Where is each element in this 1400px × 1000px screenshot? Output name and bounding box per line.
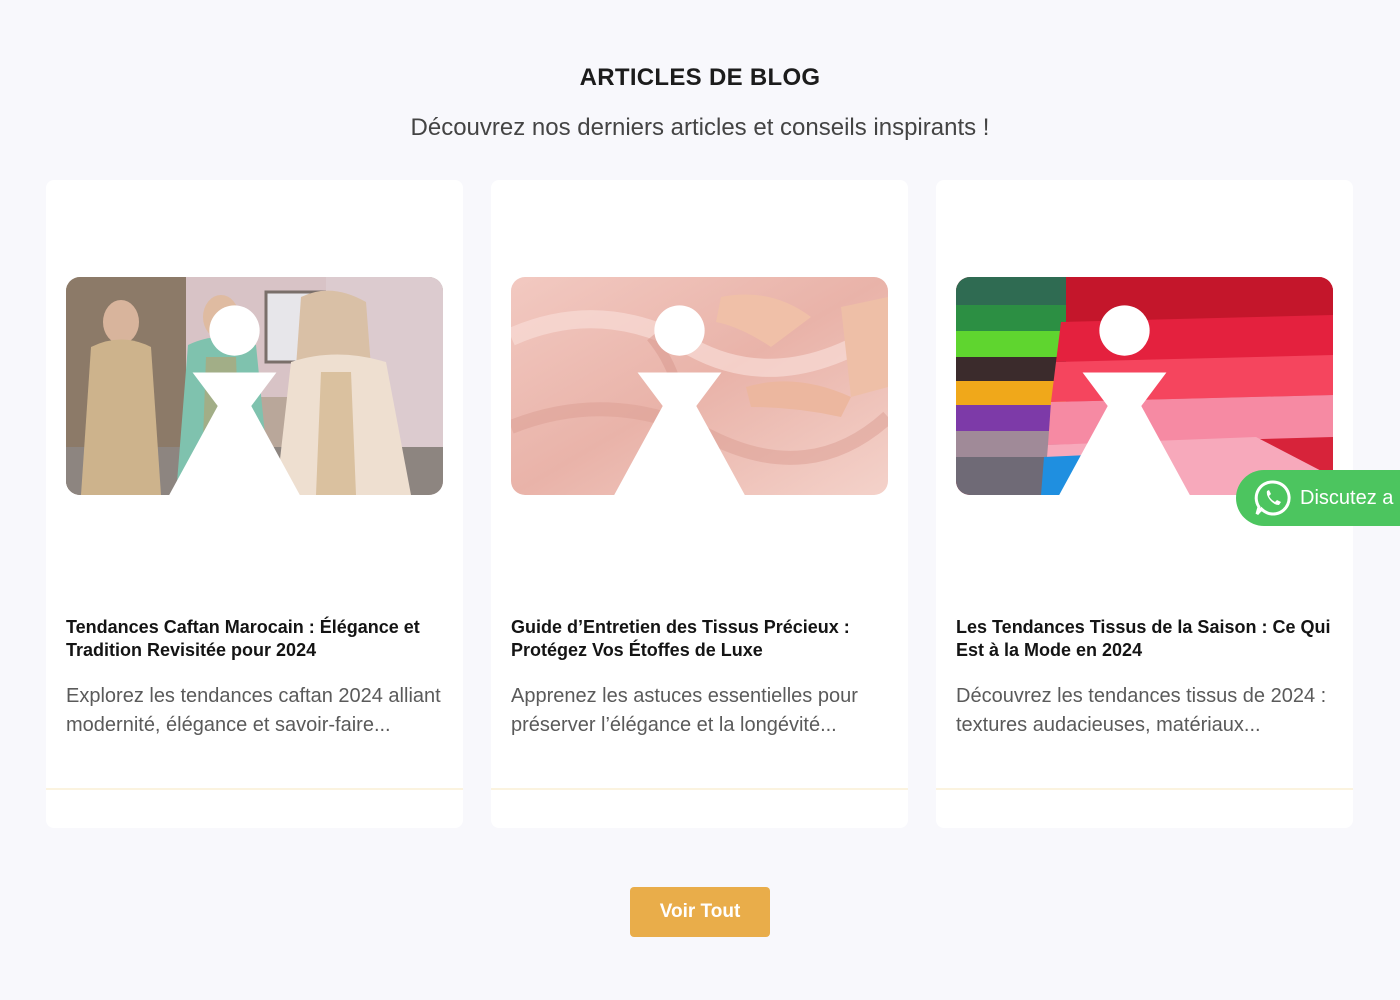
blog-card[interactable]: Tendances Caftan Marocain : Élégance et …	[46, 180, 463, 828]
brand-logo-icon	[1059, 305, 1190, 495]
card-divider	[46, 788, 463, 790]
blog-cards: Tendances Caftan Marocain : Élégance et …	[46, 180, 1354, 828]
whatsapp-label: Discutez a	[1300, 486, 1394, 509]
article-excerpt: Découvrez les tendances tissus de 2024 :…	[956, 685, 1327, 736]
article-image-satin[interactable]	[956, 277, 1333, 495]
brand-logo-icon	[169, 305, 300, 495]
whatsapp-chat-button[interactable]: Discutez a	[1236, 470, 1400, 526]
article-title[interactable]: Tendances Caftan Marocain : Élégance et …	[66, 616, 446, 662]
brand-logo-icon	[614, 305, 745, 495]
article-title[interactable]: Les Tendances Tissus de la Saison : Ce Q…	[956, 616, 1336, 662]
card-divider	[936, 788, 1353, 790]
article-excerpt: Apprenez les astuces essentielles pour p…	[511, 685, 858, 736]
article-image-silk[interactable]	[511, 277, 888, 495]
view-all-button[interactable]: Voir Tout	[630, 887, 770, 937]
article-title[interactable]: Guide d’Entretien des Tissus Précieux : …	[511, 616, 891, 662]
article-excerpt: Explorez les tendances caftan 2024 allia…	[66, 685, 441, 736]
blog-card[interactable]: Guide d’Entretien des Tissus Précieux : …	[491, 180, 908, 828]
section-subtitle: Découvrez nos derniers articles et conse…	[410, 114, 990, 141]
article-image-caftan[interactable]	[66, 277, 443, 495]
card-divider	[491, 788, 908, 790]
whatsapp-icon	[1254, 480, 1291, 516]
section-title: ARTICLES DE BLOG	[579, 64, 821, 91]
